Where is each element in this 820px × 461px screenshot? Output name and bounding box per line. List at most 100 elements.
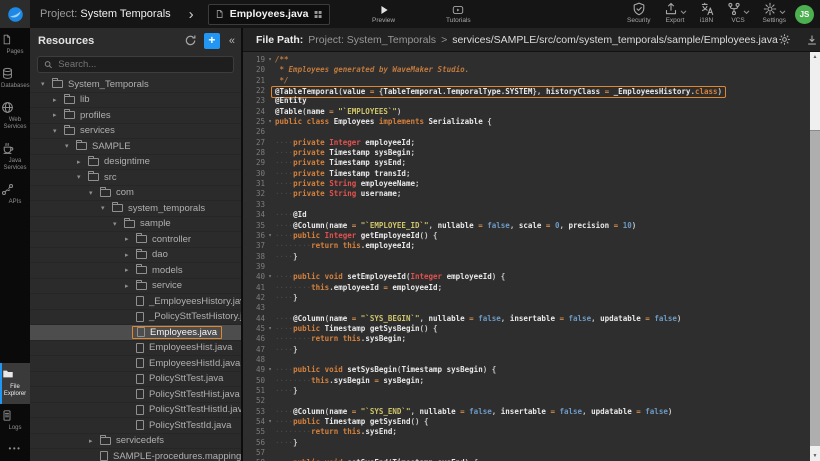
code-line-30[interactable]: 30····private Timestamp transId; xyxy=(243,169,810,179)
tree-item-controller[interactable]: ▸controller xyxy=(30,232,241,248)
vcs-button[interactable]: VCS xyxy=(727,2,750,24)
code-line-22[interactable]: 22@TableTemporal(value = {TableTemporal.… xyxy=(243,86,810,96)
code-line-44[interactable]: 44····@Column(name = "`SYS_BEGIN`", null… xyxy=(243,314,810,324)
tree-item-lib[interactable]: ▸lib xyxy=(30,93,241,109)
collapse-arrow-icon[interactable]: ▾ xyxy=(65,142,76,150)
code-line-20[interactable]: 20 * Employees generated by WaveMaker St… xyxy=(243,65,810,75)
tree-item--employeeshistory-java[interactable]: _EmployeesHistory.java xyxy=(30,294,241,310)
download-file-icon[interactable] xyxy=(806,34,818,46)
tree-item-employeeshistid-java[interactable]: EmployeesHistId.java xyxy=(30,356,241,372)
tree-item-sample-procedures-mappings-json[interactable]: SAMPLE-procedures.mappings.json xyxy=(30,449,241,461)
wavemaker-logo-icon[interactable] xyxy=(0,0,30,28)
expand-arrow-icon[interactable]: ▸ xyxy=(125,251,136,259)
collapse-arrow-icon[interactable]: ▾ xyxy=(89,189,100,197)
tutorials-button[interactable]: Tutorials xyxy=(446,2,471,24)
collapse-arrow-icon[interactable]: ▾ xyxy=(77,173,88,181)
code-line-29[interactable]: 29····private Timestamp sysEnd; xyxy=(243,158,810,168)
user-avatar[interactable]: JS xyxy=(795,5,814,24)
editor-scrollbar[interactable]: ▲ ▼ xyxy=(810,52,820,461)
code-line-55[interactable]: 55········return this.sysEnd; xyxy=(243,427,810,437)
grid-icon[interactable] xyxy=(314,10,322,19)
code-line-34[interactable]: 34····@Id xyxy=(243,210,810,220)
tree-item-policystttest-java[interactable]: PolicySttTest.java xyxy=(30,372,241,388)
tree-item-policystttesthistid-java[interactable]: PolicySttTestHistId.java xyxy=(30,403,241,419)
rail-item-web-services[interactable]: Web Services xyxy=(0,96,30,137)
rail-item-apis[interactable]: APIs xyxy=(0,178,30,212)
code-line-51[interactable]: 51····} xyxy=(243,386,810,396)
collapse-arrow-icon[interactable]: ▾ xyxy=(101,204,112,212)
tree-item-profiles[interactable]: ▸profiles xyxy=(30,108,241,124)
code-line-54[interactable]: 54▾····public Timestamp getSysEnd() { xyxy=(243,417,810,427)
code-line-33[interactable]: 33 xyxy=(243,200,810,210)
tree-item-src[interactable]: ▾src xyxy=(30,170,241,186)
code-line-42[interactable]: 42····} xyxy=(243,293,810,303)
fold-arrow-icon[interactable]: ▾ xyxy=(265,117,275,127)
tree-item-services[interactable]: ▾services xyxy=(30,124,241,140)
collapse-panel-icon[interactable]: « xyxy=(227,35,237,47)
code-line-52[interactable]: 52 xyxy=(243,396,810,406)
code-line-48[interactable]: 48 xyxy=(243,355,810,365)
preview-button[interactable]: Preview xyxy=(372,2,395,24)
fold-arrow-icon[interactable]: ▾ xyxy=(265,417,275,427)
tree-item-service[interactable]: ▸service xyxy=(30,279,241,295)
code-line-31[interactable]: 31····private String employeeName; xyxy=(243,179,810,189)
code-line-26[interactable]: 26 xyxy=(243,127,810,137)
rail-item-logs[interactable]: Logs xyxy=(0,404,30,438)
code-line-27[interactable]: 27····private Integer employeeId; xyxy=(243,138,810,148)
code-line-36[interactable]: 36▾····public Integer getEmployeeId() { xyxy=(243,231,810,241)
expand-arrow-icon[interactable]: ▸ xyxy=(125,282,136,290)
editor-settings-gear-icon[interactable] xyxy=(778,33,791,46)
tab-employees-java[interactable]: Employees.java xyxy=(208,4,330,25)
tree-item-models[interactable]: ▸models xyxy=(30,263,241,279)
expand-arrow-icon[interactable]: ▸ xyxy=(53,96,64,104)
i18n-button[interactable]: i18N xyxy=(700,2,714,24)
code-line-38[interactable]: 38····} xyxy=(243,252,810,262)
fold-arrow-icon[interactable]: ▾ xyxy=(265,365,275,375)
add-resource-button[interactable]: + xyxy=(204,33,220,49)
rail-item-pages[interactable]: Pages xyxy=(0,28,30,62)
expand-arrow-icon[interactable]: ▸ xyxy=(89,437,100,445)
tree-item-dao[interactable]: ▸dao xyxy=(30,248,241,264)
tree-item-sample[interactable]: ▾SAMPLE xyxy=(30,139,241,155)
search-input[interactable] xyxy=(58,59,227,70)
code-line-43[interactable]: 43 xyxy=(243,303,810,313)
tree-item-com[interactable]: ▾com xyxy=(30,186,241,202)
code-line-25[interactable]: 25▾public class Employees implements Ser… xyxy=(243,117,810,127)
expand-arrow-icon[interactable]: ▸ xyxy=(125,266,136,274)
code-line-47[interactable]: 47····} xyxy=(243,345,810,355)
tree-item--policystttesthistory-java[interactable]: _PolicySttTestHistory.java xyxy=(30,310,241,326)
code-line-41[interactable]: 41········this.employeeId = employeeId; xyxy=(243,283,810,293)
tree-item-system-temporals[interactable]: ▾System_Temporals xyxy=(30,77,241,93)
tree-item-policystttestid-java[interactable]: PolicySttTestId.java xyxy=(30,418,241,434)
scroll-up-arrow-icon[interactable]: ▲ xyxy=(810,52,820,62)
tree-item-sample[interactable]: ▾sample xyxy=(30,217,241,233)
tree-item-employees-java[interactable]: Employees.java xyxy=(30,325,241,341)
code-line-19[interactable]: 19▾/** xyxy=(243,55,810,65)
refresh-icon[interactable] xyxy=(184,34,197,47)
tree-item-policystttesthist-java[interactable]: PolicySttTestHist.java xyxy=(30,387,241,403)
rail-item-file-explorer[interactable]: File Explorer xyxy=(0,363,30,404)
collapse-arrow-icon[interactable]: ▾ xyxy=(41,80,52,88)
tree-item-system-temporals[interactable]: ▾system_temporals xyxy=(30,201,241,217)
tree-item-employeeshist-java[interactable]: EmployeesHist.java xyxy=(30,341,241,357)
scrollbar-thumb[interactable] xyxy=(810,130,820,446)
expand-arrow-icon[interactable]: ▸ xyxy=(77,158,88,166)
scroll-down-arrow-icon[interactable]: ▼ xyxy=(810,451,820,461)
code-line-53[interactable]: 53····@Column(name = "`SYS_END`", nullab… xyxy=(243,407,810,417)
code-line-23[interactable]: 23@Entity xyxy=(243,96,810,106)
tree-item-servicedefs[interactable]: ▸servicedefs xyxy=(30,434,241,450)
rail-more-button[interactable]: ••• xyxy=(0,438,30,461)
code-line-21[interactable]: 21 */ xyxy=(243,76,810,86)
code-line-28[interactable]: 28····private Timestamp sysBegin; xyxy=(243,148,810,158)
code-line-49[interactable]: 49▾····public void setSysBegin(Timestamp… xyxy=(243,365,810,375)
expand-arrow-icon[interactable]: ▸ xyxy=(53,111,64,119)
code-line-57[interactable]: 57 xyxy=(243,448,810,458)
settings-button[interactable]: Settings xyxy=(763,2,787,24)
rail-item-databases[interactable]: Databases xyxy=(0,62,30,96)
rail-item-java-services[interactable]: Java Services xyxy=(0,137,30,178)
code-line-32[interactable]: 32····private String username; xyxy=(243,189,810,199)
code-line-35[interactable]: 35····@Column(name = "`EMPLOYEE_ID`", nu… xyxy=(243,221,810,231)
code-line-50[interactable]: 50········this.sysBegin = sysBegin; xyxy=(243,376,810,386)
code-line-46[interactable]: 46········return this.sysBegin; xyxy=(243,334,810,344)
code-line-56[interactable]: 56····} xyxy=(243,438,810,448)
